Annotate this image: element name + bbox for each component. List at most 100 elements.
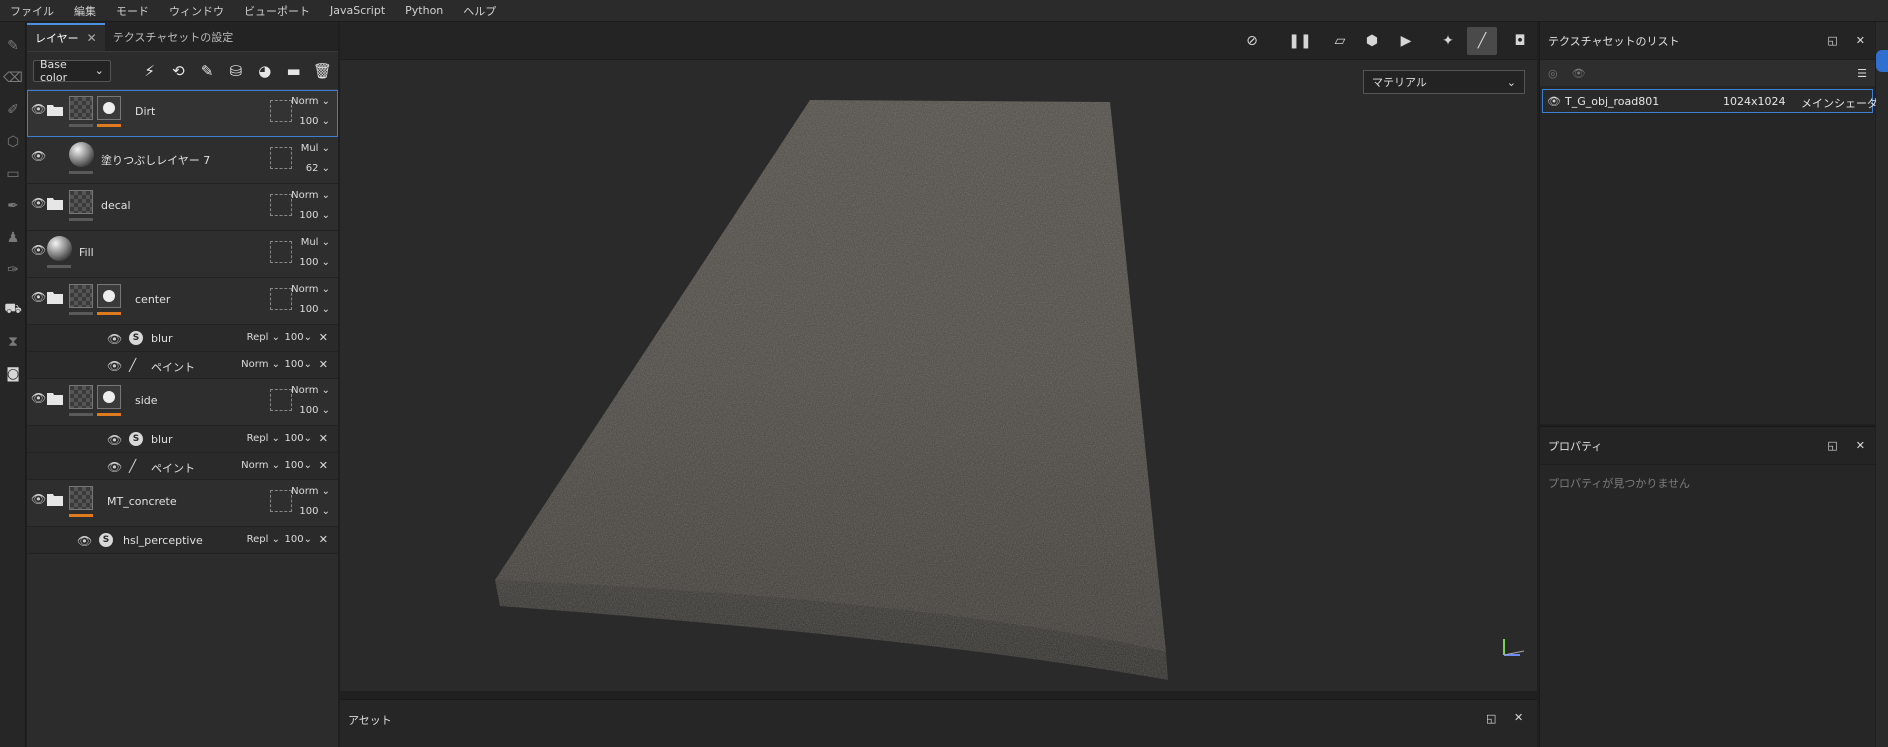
eye-icon[interactable]: 👁 [31, 197, 47, 209]
eye-icon[interactable]: 👁 [1547, 95, 1561, 108]
eye-icon[interactable]: 👁 [31, 493, 47, 505]
stamp-icon[interactable]: ♟ [0, 222, 26, 254]
paint-mode-icon[interactable]: ╱ [1467, 27, 1497, 55]
hide-all-icon[interactable]: ◎ [1548, 67, 1558, 80]
effect-opacity[interactable]: 100⌄ [285, 460, 312, 471]
remove-effect-icon[interactable]: ✕ [319, 459, 328, 472]
folder-icon[interactable] [47, 393, 63, 405]
eye-icon[interactable]: 👁 [107, 332, 122, 346]
effect-blend[interactable]: Repl ⌄ [247, 534, 280, 545]
effect-opacity[interactable]: 100⌄ [285, 332, 312, 343]
effect-row[interactable]: 👁 ╱ ペイント Norm ⌄ 100⌄ ✕ [27, 352, 338, 379]
menu-help[interactable]: ヘルプ [453, 3, 506, 19]
add-fill-layer-icon[interactable]: ⛁ [227, 61, 246, 81]
eye-icon[interactable]: 👁 [31, 150, 47, 162]
eye-icon[interactable]: 👁 [31, 244, 47, 256]
blend-mode[interactable]: Mul ⌄ [301, 143, 330, 154]
blend-mode[interactable]: Norm ⌄ [291, 284, 330, 295]
channel-select[interactable]: Base color ⌄ [33, 58, 111, 84]
viewport[interactable]: ⊘ ❚❚ ▱ ⬢ ▶ ✦ ╱ ◘ マテリアル ⌄ [340, 22, 1537, 697]
geometry-mask-box[interactable] [270, 194, 292, 216]
effect-row[interactable]: 👁 ╱ ペイント Norm ⌄ 100⌄ ✕ [27, 453, 338, 480]
camera-icon[interactable]: ▶ [1396, 31, 1416, 51]
effect-blend[interactable]: Repl ⌄ [247, 332, 280, 343]
close-icon[interactable]: ✕ [87, 31, 97, 45]
dock-tab-icon[interactable] [1876, 50, 1888, 72]
layer-row[interactable]: 👁 Fill Mul ⌄ 100 ⌄ [27, 231, 338, 278]
eraser-icon[interactable]: ⌫ [0, 62, 26, 94]
geometry-mask-box[interactable] [270, 288, 292, 310]
add-effect-icon[interactable]: ⟲ [169, 61, 188, 81]
menu-javascript[interactable]: JavaScript [320, 4, 395, 17]
view-2d-icon[interactable]: ▱ [1330, 31, 1350, 51]
folder-icon[interactable] [47, 198, 63, 210]
show-all-icon[interactable]: 👁 [1572, 67, 1586, 80]
menu-viewport[interactable]: ビューポート [234, 3, 320, 19]
effect-opacity[interactable]: 100⌄ [285, 359, 312, 370]
geometry-mask-box[interactable] [270, 147, 292, 169]
blend-mode[interactable]: Norm ⌄ [291, 486, 330, 497]
effect-opacity[interactable]: 100⌄ [285, 433, 312, 444]
eye-icon[interactable]: 👁 [77, 534, 92, 548]
float-panel-icon[interactable]: ◱ [1827, 439, 1837, 452]
folder-icon[interactable] [47, 494, 63, 506]
geometry-mask-box[interactable] [270, 490, 292, 512]
close-icon[interactable]: ✕ [1856, 439, 1865, 452]
smudge-icon[interactable]: ▭ [0, 158, 26, 190]
screenshot-icon[interactable]: ◘ [1510, 31, 1530, 51]
effect-row[interactable]: 👁 S blur Repl ⌄ 100⌄ ✕ [27, 325, 338, 352]
magic-wand-icon[interactable]: ⚡ [140, 61, 159, 81]
close-icon[interactable]: ✕ [1514, 711, 1523, 724]
layer-row[interactable]: 👁 Dirt Norm ⌄ 100 ⌄ [27, 90, 338, 137]
float-panel-icon[interactable]: ◱ [1827, 34, 1837, 47]
mask-thumbnail[interactable] [97, 385, 121, 409]
opacity[interactable]: 100 ⌄ [299, 210, 330, 221]
menu-python[interactable]: Python [395, 4, 453, 17]
menu-window[interactable]: ウィンドウ [159, 3, 234, 19]
remove-effect-icon[interactable]: ✕ [319, 533, 328, 546]
hourglass-icon[interactable]: ⧗ [0, 326, 26, 358]
opacity[interactable]: 100 ⌄ [299, 405, 330, 416]
add-paint-layer-icon[interactable]: ✎ [198, 61, 217, 81]
effect-blend[interactable]: Norm ⌄ [241, 460, 280, 471]
view-3d-icon[interactable]: ⬢ [1362, 31, 1382, 51]
delete-icon[interactable]: 🗑 [313, 61, 332, 81]
texture-set-row[interactable]: 👁 T_G_obj_road801 1024x1024 メインシェーダー [1542, 89, 1888, 113]
menu-edit[interactable]: 編集 [64, 3, 106, 19]
eye-icon[interactable]: 👁 [107, 433, 122, 447]
folder-open-icon[interactable] [47, 104, 63, 116]
layer-row[interactable]: 👁 MT_concrete Norm ⌄ 100 ⌄ [27, 480, 338, 527]
tab-layers[interactable]: レイヤー ✕ [27, 23, 105, 51]
effect-blend[interactable]: Repl ⌄ [247, 433, 280, 444]
bake-icon[interactable]: ⛟ [0, 294, 26, 326]
float-panel-icon[interactable]: ◱ [1486, 712, 1496, 725]
list-menu-icon[interactable]: ☰ [1857, 67, 1867, 80]
blend-mode[interactable]: Norm ⌄ [291, 96, 330, 107]
viewport-scrollbar[interactable] [340, 691, 1537, 697]
layer-row[interactable]: 👁 side Norm ⌄ 100 ⌄ [27, 379, 338, 426]
layer-row[interactable]: 👁 center Norm ⌄ 100 ⌄ [27, 278, 338, 325]
add-mask-icon[interactable]: ◕ [255, 61, 274, 81]
opacity[interactable]: 100 ⌄ [299, 116, 330, 127]
close-icon[interactable]: ✕ [1856, 34, 1865, 47]
menu-file[interactable]: ファイル [0, 3, 64, 19]
effect-opacity[interactable]: 100⌄ [285, 534, 312, 545]
effect-row[interactable]: 👁 S blur Repl ⌄ 100⌄ ✕ [27, 426, 338, 453]
eye-icon[interactable]: 👁 [31, 103, 47, 115]
pause-icon[interactable]: ❚❚ [1288, 31, 1311, 51]
paint-brush-icon[interactable]: ✎ [0, 30, 26, 62]
clone-icon[interactable]: ✒ [0, 190, 26, 222]
layer-row[interactable]: 👁 塗りつぶしレイヤー 7 Mul ⌄ 62 ⌄ [27, 137, 338, 184]
eye-icon[interactable]: 👁 [31, 291, 47, 303]
blend-mode[interactable]: Norm ⌄ [291, 385, 330, 396]
add-folder-icon[interactable]: ▬ [284, 61, 303, 81]
mask-thumbnail[interactable] [97, 96, 121, 120]
effect-row[interactable]: 👁 S hsl_perceptive Repl ⌄ 100⌄ ✕ [27, 527, 338, 554]
menu-mode[interactable]: モード [106, 3, 159, 19]
blend-mode[interactable]: Norm ⌄ [291, 190, 330, 201]
eye-icon[interactable]: 👁 [107, 460, 122, 474]
hide-overlay-icon[interactable]: ⊘ [1242, 31, 1262, 51]
opacity[interactable]: 100 ⌄ [299, 257, 330, 268]
layer-row[interactable]: 👁 decal Norm ⌄ 100 ⌄ [27, 184, 338, 231]
geometry-mask-box[interactable] [270, 241, 292, 263]
